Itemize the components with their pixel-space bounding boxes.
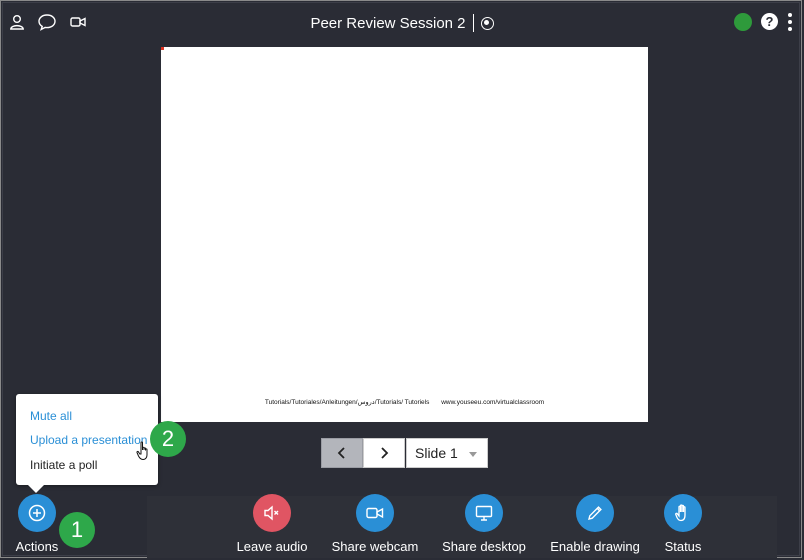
leave-audio-button[interactable]: Leave audio — [234, 494, 310, 554]
enable-drawing-label: Enable drawing — [550, 539, 640, 554]
status-label: Status — [664, 539, 702, 554]
actions-button[interactable]: Actions — [12, 494, 62, 554]
share-desktop-label: Share desktop — [442, 539, 526, 554]
status-button[interactable]: Status — [659, 494, 707, 554]
presentation-slide: Tutorials/Tutoriales/Anleitungen/دروس/Tu… — [161, 47, 648, 422]
slide-selector-value: Slide 1 — [415, 445, 458, 461]
hand-cursor-icon — [136, 441, 148, 461]
more-icon[interactable] — [788, 13, 792, 31]
muted-speaker-icon — [253, 494, 291, 532]
camera-icon — [356, 494, 394, 532]
leave-audio-label: Leave audio — [236, 539, 308, 554]
step-badge-1: 1 — [59, 512, 95, 548]
share-desktop-button[interactable]: Share desktop — [440, 494, 528, 554]
title-separator — [472, 14, 474, 33]
raise-hand-icon — [664, 494, 702, 532]
caret-down-icon — [469, 452, 477, 457]
actions-menu: Mute all Upload a presentation Initiate … — [16, 394, 158, 493]
next-slide-button[interactable] — [363, 438, 405, 468]
previous-slide-button[interactable] — [321, 438, 363, 468]
slide-navigation: Slide 1 — [321, 438, 488, 468]
slide-selector[interactable]: Slide 1 — [406, 438, 488, 468]
record-icon[interactable] — [480, 16, 494, 30]
slide-footer-url: www.youseeu.com/virtualclassroom — [441, 399, 545, 406]
session-title-text: Peer Review Session 2 — [310, 14, 466, 32]
session-title: Peer Review Session 2 — [0, 14, 804, 33]
menu-item-initiate-poll[interactable]: Initiate a poll — [30, 458, 97, 472]
chevron-right-icon — [381, 447, 389, 459]
top-bar: Peer Review Session 2 ? — [0, 0, 804, 44]
pencil-icon — [576, 494, 614, 532]
actions-label: Actions — [15, 539, 59, 554]
help-icon[interactable]: ? — [761, 13, 778, 30]
menu-item-upload-presentation[interactable]: Upload a presentation — [30, 433, 147, 447]
plus-circle-icon — [18, 494, 56, 532]
chevron-left-icon — [337, 447, 345, 459]
share-webcam-button[interactable]: Share webcam — [331, 494, 419, 554]
share-webcam-label: Share webcam — [331, 539, 419, 554]
slide-footer-tutorials: Tutorials/Tutoriales/Anleitungen/دروس/Tu… — [264, 399, 430, 406]
connection-status-indicator[interactable] — [734, 13, 752, 31]
monitor-icon — [465, 494, 503, 532]
slide-corner-marker — [161, 47, 164, 50]
slide-footer: Tutorials/Tutoriales/Anleitungen/دروس/Tu… — [161, 398, 648, 406]
menu-item-mute-all[interactable]: Mute all — [30, 409, 72, 423]
enable-drawing-button[interactable]: Enable drawing — [547, 494, 643, 554]
step-badge-2: 2 — [150, 421, 186, 457]
